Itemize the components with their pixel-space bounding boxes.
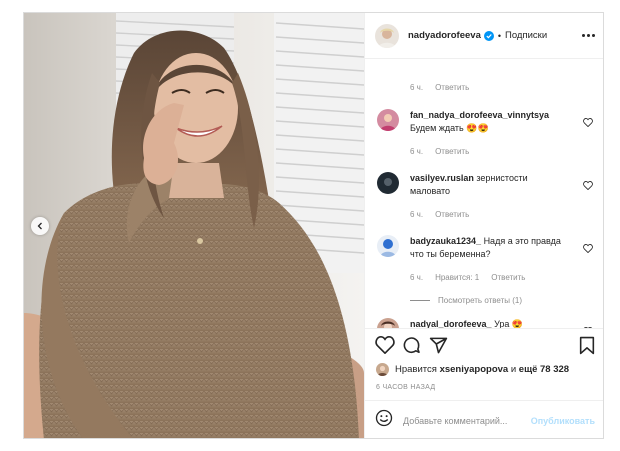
author-username[interactable]: nadyadorofeeva xyxy=(408,30,481,41)
comment-icon[interactable] xyxy=(402,336,421,360)
photo-illustration xyxy=(24,13,364,438)
comment-item: vasilyev.ruslan зернистости маловато 6 ч… xyxy=(377,172,593,222)
post-time-ago[interactable]: 6 ЧАСОВ НАЗАД xyxy=(376,384,435,391)
heart-icon[interactable] xyxy=(583,177,593,195)
comment-meta: 6 ч. Ответить xyxy=(410,83,469,92)
commenter-avatar[interactable] xyxy=(377,318,399,328)
heart-icon[interactable] xyxy=(375,335,395,359)
author-avatar[interactable] xyxy=(375,23,399,48)
more-options-icon[interactable] xyxy=(582,34,595,37)
add-comment-bar: Опубликовать xyxy=(365,400,603,438)
likes-prefix: Нравится xyxy=(395,364,437,375)
post-photo[interactable] xyxy=(24,13,364,438)
view-replies-label: Посмотреть ответы (1) xyxy=(438,296,523,305)
chevron-left-icon xyxy=(37,222,42,230)
publish-button[interactable]: Опубликовать xyxy=(531,416,595,426)
share-icon[interactable] xyxy=(429,336,448,360)
reply-button[interactable]: Ответить xyxy=(435,147,469,156)
comment-body: nadyal_dorofeeva_ Ура 😍 xyxy=(410,318,570,328)
commenter-username[interactable]: badyzauka1234_ xyxy=(410,236,481,246)
reply-button[interactable]: Ответить xyxy=(435,83,469,92)
comment-meta: 6 ч. Ответить xyxy=(410,210,469,219)
reply-button[interactable]: Ответить xyxy=(491,273,525,282)
emoji-icon[interactable] xyxy=(375,409,393,432)
likes-summary: Нравится xseniyapopova и ещё 78 328 xyxy=(376,363,569,376)
heart-icon[interactable] xyxy=(583,114,593,132)
comment-text: Ура 😍 xyxy=(494,319,524,328)
replies-line xyxy=(410,300,430,301)
following-button[interactable]: Подписки xyxy=(505,30,547,41)
liker-username[interactable]: xseniyapopova xyxy=(440,364,509,375)
post-actions: Нравится xseniyapopova и ещё 78 328 6 ЧА… xyxy=(365,328,603,400)
instagram-post: nadyadorofeeva • Подписки 6 ч. Ответить xyxy=(23,12,604,439)
comment-time: 6 ч. xyxy=(410,273,424,282)
comment-time: 6 ч. xyxy=(410,83,424,92)
comment-body: badyzauka1234_ Надя а это правда что ты … xyxy=(410,235,570,261)
likes-middle: и xyxy=(510,364,517,375)
comment-likes[interactable]: Нравится: 1 xyxy=(435,273,479,282)
commenter-avatar[interactable] xyxy=(377,235,399,257)
bookmark-icon[interactable] xyxy=(579,336,595,360)
liker-avatar[interactable] xyxy=(376,363,389,376)
avatar-image xyxy=(375,23,399,48)
comment-time: 6 ч. xyxy=(410,147,424,156)
comment-item: nadyal_dorofeeva_ Ура 😍 xyxy=(377,318,593,328)
commenter-avatar[interactable] xyxy=(377,109,399,131)
post-sidebar: nadyadorofeeva • Подписки 6 ч. Ответить xyxy=(364,13,603,438)
comment-body: fan_nadya_dorofeeva_vinnytsya Будем ждат… xyxy=(410,109,570,135)
commenter-username[interactable]: nadyal_dorofeeva_ xyxy=(410,319,492,328)
verified-badge-icon xyxy=(483,30,494,41)
reply-button[interactable]: Ответить xyxy=(435,210,469,219)
comments-list: 6 ч. Ответить fan_nadya_dorofeeva_vinnyt… xyxy=(365,60,603,328)
likes-count[interactable]: ещё 78 328 xyxy=(519,364,569,375)
comment-text: Будем ждать 😍😍 xyxy=(410,123,489,133)
comment-body: vasilyev.ruslan зернистости маловато xyxy=(410,172,570,198)
comment-item: fan_nadya_dorofeeva_vinnytsya Будем ждат… xyxy=(377,109,593,159)
post-header: nadyadorofeeva • Подписки xyxy=(365,13,603,59)
header-separator: • xyxy=(497,30,502,41)
comment-item: badyzauka1234_ Надя а это правда что ты … xyxy=(377,235,593,290)
commenter-avatar[interactable] xyxy=(377,172,399,194)
carousel-prev-button[interactable] xyxy=(31,217,49,235)
comment-meta: 6 ч. Нравится: 1 Ответить xyxy=(410,273,525,282)
comment-meta: 6 ч. Ответить xyxy=(410,147,469,156)
commenter-username[interactable]: fan_nadya_dorofeeva_vinnytsya xyxy=(410,110,549,120)
view-replies-button[interactable]: Посмотреть ответы (1) xyxy=(410,296,522,305)
comment-time: 6 ч. xyxy=(410,210,424,219)
heart-icon[interactable] xyxy=(583,240,593,258)
commenter-username[interactable]: vasilyev.ruslan xyxy=(410,173,474,183)
comment-input[interactable] xyxy=(403,415,525,426)
action-bar xyxy=(375,335,595,359)
